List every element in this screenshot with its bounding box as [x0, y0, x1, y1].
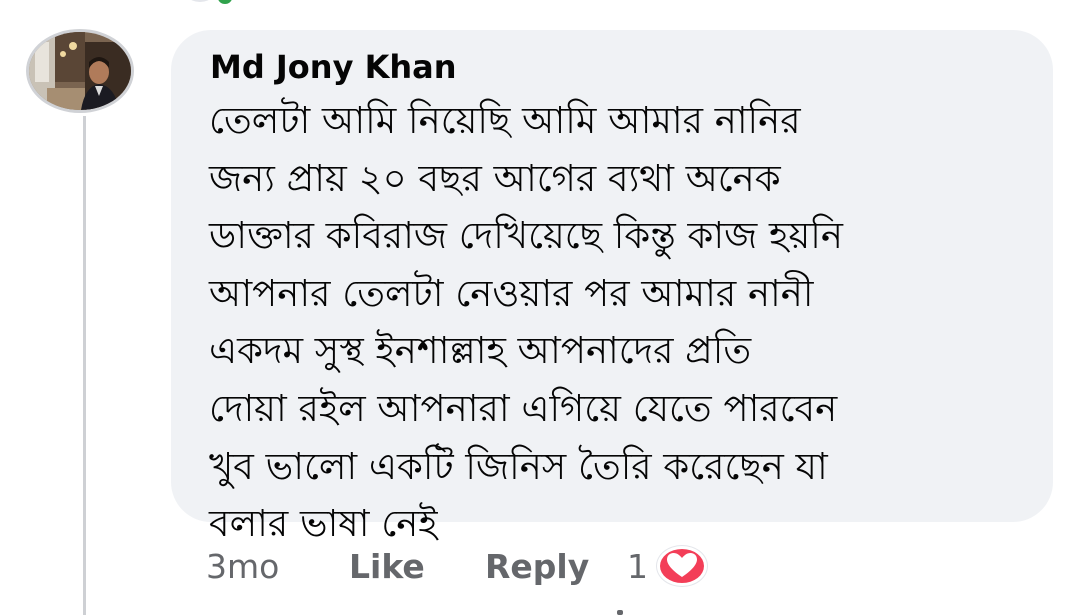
like-button[interactable]: Like: [349, 543, 425, 591]
comment-timestamp[interactable]: 3mo: [206, 543, 279, 591]
comment-text-line: জন্য প্রায় ২০ বছর আগের ব্যথা অনেক: [209, 156, 781, 200]
reaction-count[interactable]: 1: [627, 543, 648, 591]
comment-text-line: বলার ভাষা নেই: [209, 502, 438, 546]
comment-text-line: দোয়া রইল আপনারা এগিয়ে যেতে পারবেন: [209, 386, 838, 430]
heart-icon[interactable]: [657, 546, 707, 586]
avatar[interactable]: [26, 29, 134, 113]
comment-author[interactable]: Md Jony Khan: [210, 48, 457, 86]
comment-text-line: তেলটা আমি নিয়েছি আমি আমার নানির: [209, 99, 801, 142]
next-item-stub: [617, 610, 623, 615]
comment-text-line: ডাক্তার কবিরাজ দেখিয়েছে কিন্তু কাজ হয়ন…: [209, 214, 843, 258]
comment-bubble: Md Jony Khan তেলটা আমি নিয়েছি আমি আমার …: [171, 30, 1053, 545]
online-status-dot: [218, 0, 232, 4]
previous-avatar[interactable]: [180, 0, 220, 2]
reply-button[interactable]: Reply: [485, 543, 589, 591]
comment-text-line: আপনার তেলটা নেওয়ার পর আমার নানী: [209, 271, 814, 315]
comment-text: তেলটা আমি নিয়েছি আমি আমার নানির জন্য প্…: [209, 92, 1029, 553]
thread-connector-line: [83, 116, 86, 615]
comment-text-line: একদম সুস্থ ইনশাল্লাহ আপনাদের প্রতি: [209, 329, 752, 373]
comment-thread: Md Jony Khan তেলটা আমি নিয়েছি আমি আমার …: [0, 0, 1080, 615]
comment-text-line: খুব ভালো একটি জিনিস তৈরি করেছেন যা: [209, 444, 828, 488]
